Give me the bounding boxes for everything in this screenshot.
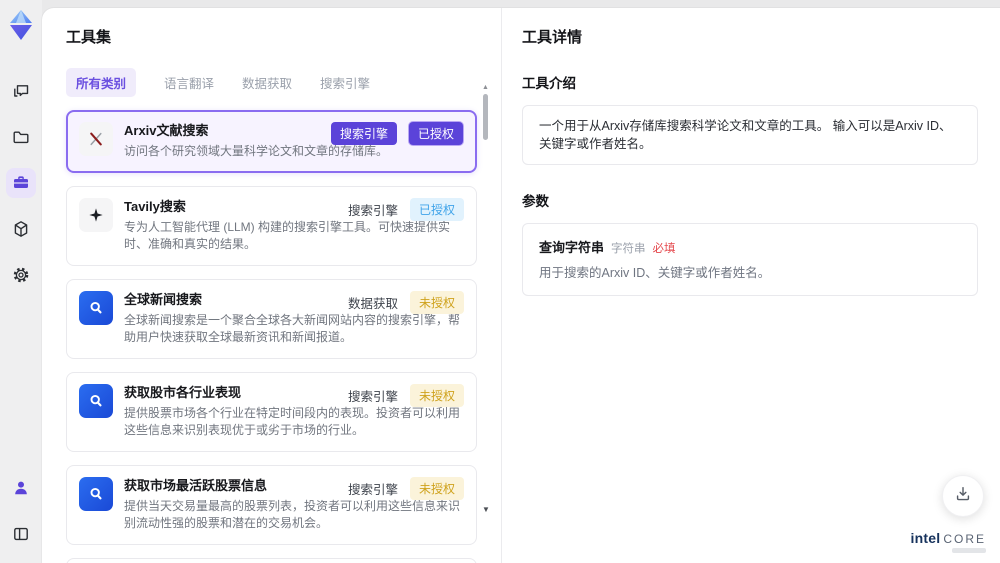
scrollbar-thumb[interactable]	[483, 94, 488, 140]
tool-description: 访问各个研究领域大量科学论文和文章的存储库。	[124, 144, 389, 158]
param-description: 用于搜索的Arxiv ID、关键字或作者姓名。	[539, 266, 771, 280]
tool-category-badge: 搜索引擎	[347, 203, 398, 218]
param-type: 字符串	[611, 243, 646, 255]
tool-description: 提供股票市场各个行业在特定时间段内的表现。投资者可以利用这些信息来识别表现优于或…	[124, 405, 461, 438]
scroll-down-arrow[interactable]: ▼	[482, 506, 490, 514]
chat-icon	[11, 81, 31, 101]
tool-card[interactable]: Tavily搜索 专为人工智能代理 (LLM) 构建的搜索引擎工具。可快速提供实…	[66, 185, 477, 266]
sidebar-rail	[0, 0, 42, 563]
news-search-icon	[79, 383, 113, 418]
sidebar-item-files[interactable]	[6, 122, 36, 152]
news-search-icon	[79, 290, 113, 325]
tool-badges: 数据获取 未授权	[348, 290, 464, 315]
tool-intro-text: 一个用于从Arxiv存储库搜索科学论文和文章的工具。 输入可以是Arxiv ID…	[539, 119, 952, 151]
tool-description: 专为人工智能代理 (LLM) 构建的搜索引擎工具。可快速提供实时、准确和真实的结…	[124, 219, 451, 252]
category-tab-2[interactable]: 数据获取	[242, 68, 292, 97]
detail-pane: 工具详情 工具介绍 一个用于从Arxiv存储库搜索科学论文和文章的工具。 输入可…	[502, 8, 1000, 563]
tool-category-badge: 搜索引擎	[330, 122, 397, 145]
folder-icon	[11, 127, 31, 147]
param-head: 查询字符串 字符串 必填	[539, 237, 961, 256]
tool-intro-box: 一个用于从Arxiv存储库搜索科学论文和文章的工具。 输入可以是Arxiv ID…	[522, 105, 978, 165]
tool-card[interactable]: 获取股市各行业表现 提供股票市场各个行业在特定时间段内的表现。投资者可以利用这些…	[66, 371, 477, 452]
category-tabs: 所有类别 语言翻译 数据获取 搜索引擎	[66, 68, 477, 97]
category-tab-3[interactable]: 搜索引擎	[320, 68, 370, 97]
tool-badges: 搜索引擎 未授权	[348, 476, 464, 501]
category-tab-1[interactable]: 语言翻译	[164, 68, 214, 97]
tool-category-badge: 搜索引擎	[347, 389, 398, 404]
tool-badges: 搜索引擎 已授权	[330, 122, 463, 145]
sidebar-item-collapse[interactable]	[6, 519, 36, 549]
tool-card[interactable]: 获取市场最活跃股票信息 提供当天交易量最高的股票列表，投资者可以利用这些信息来识…	[66, 464, 477, 545]
param-name: 查询字符串	[539, 240, 605, 255]
scroll-up-arrow[interactable]: ▲	[482, 84, 489, 91]
tool-auth-badge: 已授权	[409, 197, 464, 221]
sidebar-item-packages[interactable]	[6, 214, 36, 244]
brand-intel-text: intel	[910, 530, 941, 546]
tool-list: Arxiv文献搜索 访问各个研究领域大量科学论文和文章的存储库。 搜索引擎 已授…	[66, 110, 477, 563]
toolbox-icon	[11, 173, 31, 193]
sidebar-item-tools[interactable]	[6, 168, 36, 198]
sidebar-item-settings[interactable]	[6, 260, 36, 290]
tool-card[interactable]: Arxiv文献搜索 访问各个研究领域大量科学论文和文章的存储库。 搜索引擎 已授…	[66, 110, 477, 173]
tool-badges: 搜索引擎 已授权	[348, 197, 464, 222]
download-button[interactable]	[942, 475, 984, 517]
scrollbar[interactable]: ▲ ▼	[482, 8, 490, 563]
user-icon	[11, 478, 31, 498]
sidebar-item-account[interactable]	[6, 473, 36, 503]
brand-subline	[952, 548, 986, 553]
news-search-icon	[79, 476, 113, 511]
sidebar-item-chat[interactable]	[6, 76, 36, 106]
tool-auth-badge: 未授权	[409, 476, 464, 500]
tool-auth-badge: 未授权	[409, 290, 464, 314]
tool-description: 提供当天交易量最高的股票列表，投资者可以利用这些信息来识别流动性强的股票和潜在的…	[124, 498, 461, 531]
tools-pane: 工具集 所有类别 语言翻译 数据获取 搜索引擎 Arxiv文献搜索 访问各个研究领域大…	[42, 8, 502, 563]
tool-card[interactable]: 全球新闻搜索 全球新闻搜索是一个聚合全球各大新闻网站内容的搜索引擎，帮助用户快速…	[66, 278, 477, 359]
param-required-badge: 必填	[652, 243, 676, 255]
intel-core-logo: intel CORE	[911, 531, 986, 553]
tool-auth-badge: 未授权	[409, 383, 464, 407]
tool-description: 全球新闻搜索是一个聚合全球各大新闻网站内容的搜索引擎，帮助用户快速获取全球最新资…	[124, 312, 461, 345]
brand-core-text: CORE	[943, 532, 986, 546]
download-icon	[953, 484, 973, 509]
main-surface: 工具集 所有类别 语言翻译 数据获取 搜索引擎 Arxiv文献搜索 访问各个研究领域大…	[42, 8, 1000, 563]
panel-toggle-icon	[11, 524, 31, 544]
sparkle-icon	[79, 197, 113, 232]
tool-auth-badge: 已授权	[408, 122, 463, 145]
params-heading: 参数	[522, 194, 549, 209]
tool-category-badge: 搜索引擎	[347, 482, 398, 497]
tool-category-badge: 数据获取	[347, 296, 398, 311]
app-window: 工具集 所有类别 语言翻译 数据获取 搜索引擎 Arxiv文献搜索 访问各个研究领域大…	[0, 0, 1000, 563]
gear-icon	[11, 265, 31, 285]
page-title: 工具集	[66, 29, 112, 46]
package-icon	[11, 219, 31, 239]
detail-title: 工具详情	[522, 29, 583, 46]
tool-badges: 搜索引擎 未授权	[348, 383, 464, 408]
intro-heading: 工具介绍	[522, 76, 576, 91]
tool-card[interactable]: 万维地区新闻查询 查询具体行政区划内的新闻，快速了解各地新闻动 搜索引擎 未授权	[66, 557, 477, 563]
category-tab-0[interactable]: 所有类别	[66, 68, 137, 97]
param-card: 查询字符串 字符串 必填 用于搜索的Arxiv ID、关键字或作者姓名。	[522, 223, 978, 296]
arxiv-icon	[79, 122, 113, 156]
app-logo-gem-icon[interactable]	[6, 8, 36, 42]
